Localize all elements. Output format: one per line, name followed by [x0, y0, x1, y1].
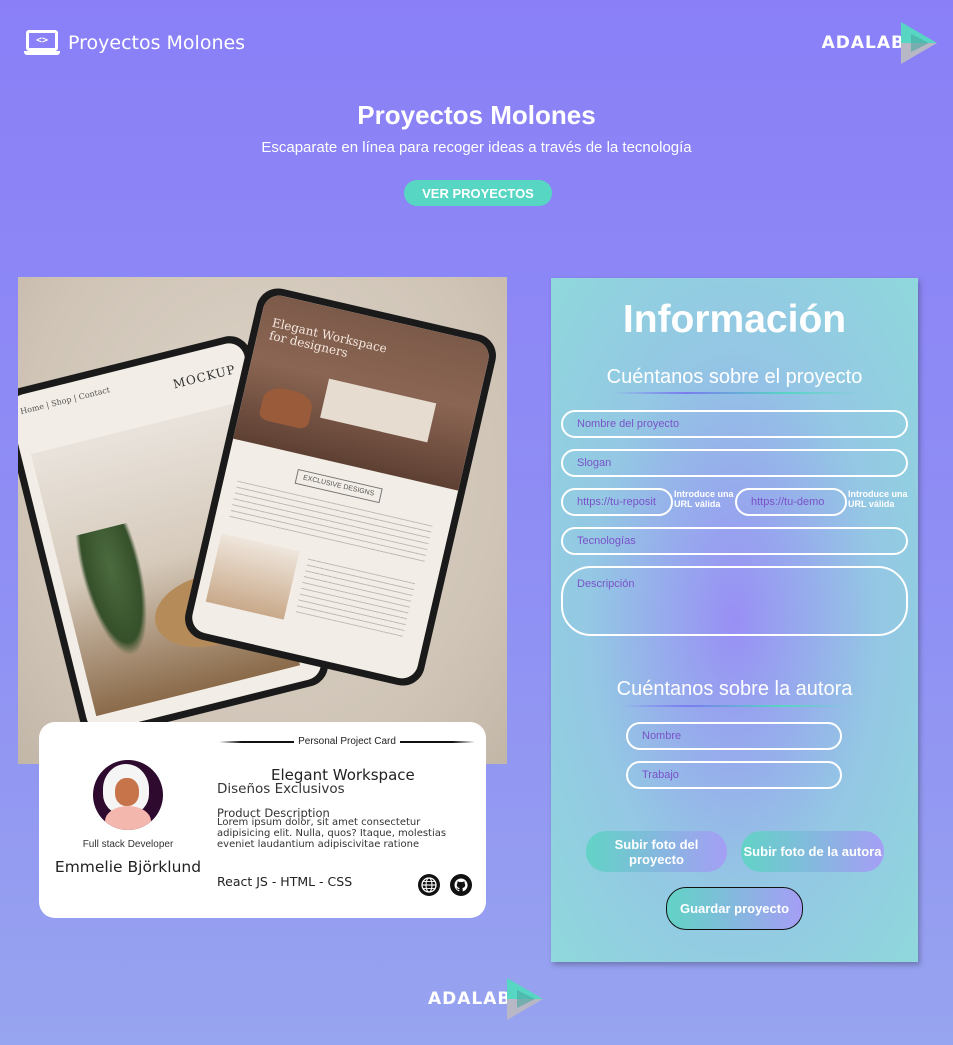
- adalab-logo-header[interactable]: ADALAB: [822, 22, 937, 64]
- adalab-logo-text-footer: ADALAB: [428, 989, 512, 1009]
- project-technologies: React JS - HTML - CSS: [217, 874, 353, 889]
- author-job-input[interactable]: Trabajo: [626, 761, 842, 789]
- repo-url-input[interactable]: https://tu-reposit: [561, 488, 673, 516]
- project-slogan: Diseños Exclusivos: [217, 781, 345, 797]
- project-section-divider: [611, 392, 861, 394]
- hero-title: Proyectos Molones: [357, 100, 596, 130]
- demo-url-input[interactable]: https://tu-demo: [735, 488, 847, 516]
- author-section-divider: [621, 705, 851, 707]
- description-textarea[interactable]: Descripción: [561, 566, 908, 636]
- adalab-arrow-icon: [901, 22, 937, 64]
- laptop-glyph: <>: [26, 30, 58, 51]
- mock-nav-home: Home: [19, 401, 45, 417]
- save-project-button[interactable]: Guardar proyecto: [666, 887, 803, 930]
- adalab-arrow-icon: [507, 978, 544, 1020]
- project-section-title: Cuéntanos sobre el proyecto: [606, 366, 863, 388]
- upload-author-photo-button[interactable]: Subir foto de la autora: [741, 831, 884, 872]
- github-icon[interactable]: [450, 874, 472, 896]
- slogan-input[interactable]: Slogan: [561, 449, 908, 477]
- globe-icon[interactable]: [418, 874, 440, 896]
- view-projects-button[interactable]: VER PROYECTOS: [404, 180, 552, 206]
- author-name: Emmelie Björklund: [54, 858, 202, 876]
- technologies-input[interactable]: Tecnologías: [561, 527, 908, 555]
- header-title: Proyectos Molones: [68, 32, 246, 54]
- author-role: Full stack Developer: [82, 839, 174, 850]
- demo-url-hint: Introduce una URL válida: [848, 489, 908, 509]
- laptop-code-icon: <>: [24, 30, 60, 56]
- project-description: Lorem ipsum dolor, sit amet consectetur …: [217, 817, 447, 850]
- header-logo[interactable]: <> Proyectos Molones: [24, 30, 245, 56]
- card-header: Personal Project Card: [219, 736, 476, 747]
- project-preview-image: Home | Shop | Contact MOCKUP Elegant Wor…: [18, 277, 507, 764]
- project-card: Personal Project Card Full stack Develop…: [39, 722, 486, 918]
- mock-nav-shop: Shop: [50, 394, 73, 409]
- card-header-label: Personal Project Card: [298, 736, 396, 747]
- project-name-input[interactable]: Nombre del proyecto: [561, 410, 908, 438]
- form-title: Información: [622, 298, 847, 341]
- hero-subtitle: Escaparate en línea para recoger ideas a…: [261, 139, 692, 156]
- author-name-input[interactable]: Nombre: [626, 722, 842, 750]
- author-section-title: Cuéntanos sobre la autora: [616, 678, 853, 700]
- hero: Proyectos Molones Escaparate en línea pa…: [0, 100, 953, 156]
- project-form: Información Cuéntanos sobre el proyecto …: [551, 278, 918, 962]
- adalab-logo-footer[interactable]: ADALAB: [428, 978, 544, 1020]
- adalab-logo-text: ADALAB: [821, 33, 905, 53]
- repo-url-hint: Introduce una URL válida: [674, 489, 734, 509]
- avatar: [93, 760, 163, 830]
- mock-label: MOCKUP: [171, 362, 238, 392]
- upload-project-photo-button[interactable]: Subir foto del proyecto: [586, 831, 727, 872]
- mock-nav-contact: Contact: [77, 385, 111, 402]
